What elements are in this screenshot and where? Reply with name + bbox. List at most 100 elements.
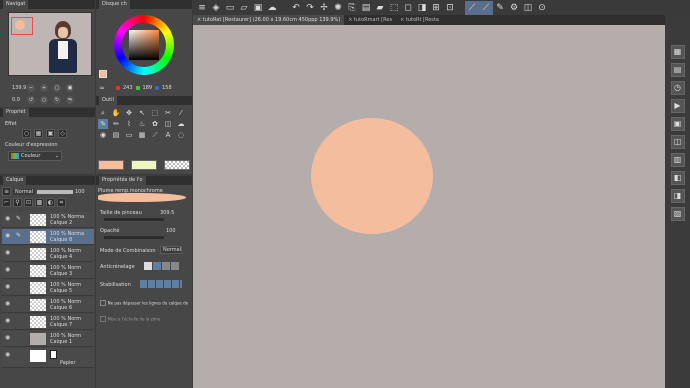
close-icon[interactable]: × [400,17,404,23]
layer-item[interactable]: ◉ 100 % Norm Calque 6 [2,297,94,313]
hand-tool-icon[interactable]: ✋ [111,108,121,118]
reference-icon[interactable]: ⚲ [13,198,22,207]
history-icon[interactable]: ◷ [670,81,685,95]
crop-icon[interactable]: ⊞ [429,1,443,15]
color-wheel-tab[interactable]: Disque ch [99,0,130,9]
brush-opacity-value[interactable]: 100 [166,228,176,234]
ruler-link-icon[interactable]: ⌗ [57,198,66,207]
intermediate-color-icon[interactable]: ◧ [670,171,685,185]
material-icon[interactable]: ▦ [670,45,685,59]
eye-icon[interactable]: ◉ [5,232,10,239]
layer-item[interactable]: ◉ 100 % Norm Calque 1 [2,331,94,347]
layer-opacity-slider[interactable] [37,189,73,194]
rotate-right-icon[interactable]: ↻ [53,95,61,104]
expression-color-select[interactable]: Couleur ⌄ [8,151,62,161]
zoom-tool-icon[interactable]: ⌕ [98,108,108,118]
approximate-color-icon[interactable]: ◨ [670,189,685,203]
cloud-icon[interactable]: ☁ [265,1,279,15]
eye-icon[interactable]: ◉ [5,317,10,324]
selection-tool-icon[interactable]: ⬚ [150,108,160,118]
menu-icon[interactable]: ≡ [195,1,209,15]
pen-tool-icon[interactable]: ✎ [98,119,108,129]
effect-transparent-icon[interactable]: ◇ [58,129,67,138]
blend-mode-select[interactable]: Normal [160,246,182,254]
spinner-icon[interactable]: ✺ [331,1,345,15]
effect-tone-icon[interactable]: ▦ [34,129,43,138]
eye-icon[interactable]: ◉ [5,351,10,358]
ruler-snap-icon[interactable]: ⟋ [465,0,479,15]
effect-border-icon[interactable]: ○ [22,129,31,138]
fill-icon[interactable]: ▰ [373,1,387,15]
clip-studio-icon[interactable]: ◈ [209,1,223,15]
paste-icon[interactable]: ▤ [359,1,373,15]
frame-tool-icon[interactable]: ▦ [137,130,147,140]
layer-item[interactable]: ◉ 100 % Norm Calque 4 [2,246,94,262]
decoration-tool-icon[interactable]: ✿ [150,119,160,129]
layer-search-icon[interactable]: ▤ [670,63,685,77]
brush-size-slider[interactable] [104,218,164,221]
close-icon[interactable]: × [197,17,201,23]
stabilization-slider[interactable] [140,280,182,288]
clip-icon[interactable]: ⌐ [2,198,11,207]
save-icon[interactable]: ▣ [251,1,265,15]
layer-tab[interactable]: Calque [3,176,27,185]
no-overlap-checkbox[interactable] [100,300,106,306]
antialiasing-options[interactable] [144,262,179,270]
copy-icon[interactable]: ⎘ [345,1,359,15]
navigator-zoom-value[interactable]: 139.9 [12,85,26,91]
wave-icon[interactable]: ≈ [99,84,105,92]
text-tool-icon[interactable]: A [163,130,173,140]
eye-icon[interactable]: ◉ [5,300,10,307]
brush-size-value[interactable]: 309.5 [160,210,174,216]
zoom-actual-icon[interactable]: ▢ [53,83,61,92]
gradient-tool-icon[interactable]: ▤ [111,130,121,140]
lasso-tool-icon[interactable]: ✂ [163,108,173,118]
zoom-in-icon[interactable]: + [40,83,48,92]
special-ruler-snap-icon[interactable]: ⟋ [479,0,493,15]
color-history-icon[interactable]: ▨ [670,207,685,221]
layer-item[interactable]: ◉ 100 % Norm Calque 3 [2,263,94,279]
fill-tool-icon[interactable]: ◉ [98,130,108,140]
settings-icon[interactable]: ⚙ [507,1,521,15]
mask-icon[interactable]: ◐ [46,198,55,207]
deselect-icon[interactable]: ◻ [401,1,415,15]
main-color-swatch[interactable] [99,70,107,78]
layer-item[interactable]: ◉ ✎ 100 % Norma Calque 2 [2,212,94,228]
eye-icon[interactable]: ◉ [5,266,10,273]
help-icon[interactable]: ⊙ [535,1,549,15]
grid-icon[interactable]: ⊡ [443,1,457,15]
blend-tool-icon[interactable]: ☁ [176,119,186,129]
cut-icon[interactable]: ✢ [317,1,331,15]
layer-settings-icon[interactable]: ≡ [2,187,11,196]
balloon-tool-icon[interactable]: ◌ [176,130,186,140]
airbrush-tool-icon[interactable]: ♨ [137,119,147,129]
layer-item-paper[interactable]: ◉ Papier [2,348,94,368]
pen-snap-icon[interactable]: ✎ [493,1,507,15]
layer-item-selected[interactable]: ◉ ✎ 100 % Norma Calque 8 [2,229,94,245]
close-icon[interactable]: × [348,17,352,23]
sub-color-chip[interactable] [131,160,157,170]
scale-checkbox[interactable] [100,316,106,322]
new-file-icon[interactable]: ▭ [223,1,237,15]
navigator-rotation-value[interactable]: 0.0 [12,97,24,103]
undo-icon[interactable]: ↶ [289,1,303,15]
saturation-value-square[interactable] [129,30,159,60]
document-tab[interactable]: × tutoRt [Resta [396,15,443,25]
tool-property-tab[interactable]: Propriétés de l'o [99,176,146,185]
lock-alpha-icon[interactable]: ▩ [35,198,44,207]
zoom-out-icon[interactable]: − [27,83,35,92]
main-color-chip[interactable] [98,160,124,170]
rotate-reset-icon[interactable]: ○ [40,95,48,104]
brush-opacity-slider[interactable] [104,236,164,239]
color-set-icon[interactable]: ▥ [670,153,685,167]
eye-icon[interactable]: ◉ [5,334,10,341]
layer-property-tab[interactable]: Propriét [3,108,29,117]
layer-item[interactable]: ◉ 100 % Norm Calque 5 [2,280,94,296]
eye-icon[interactable]: ◉ [5,249,10,256]
layer-opacity-value[interactable]: 100 [75,189,85,195]
pencil-tool-icon[interactable]: ✏ [111,119,121,129]
window-icon[interactable]: ◫ [521,1,535,15]
layer-item[interactable]: ◉ 100 % Norm Calque 7 [2,314,94,330]
lock-icon[interactable]: ⊡ [24,198,33,207]
eye-icon[interactable]: ◉ [5,283,10,290]
